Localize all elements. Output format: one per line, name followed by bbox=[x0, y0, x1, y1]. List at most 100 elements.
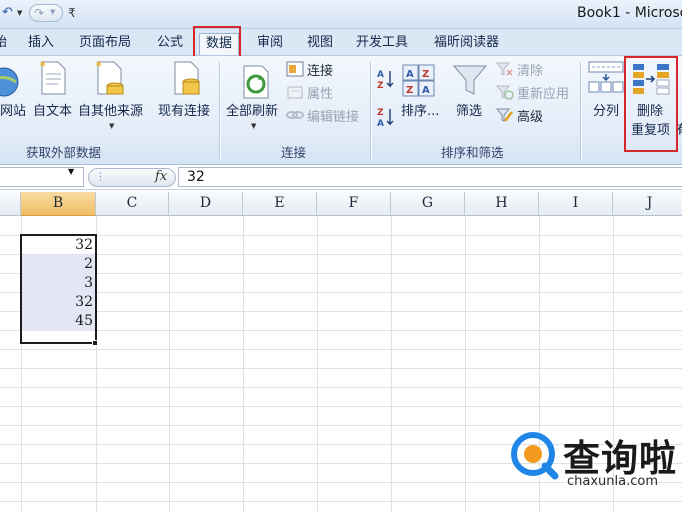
group-separator bbox=[219, 62, 220, 160]
properties-icon bbox=[287, 86, 303, 99]
column-header-j[interactable]: J bbox=[613, 192, 682, 216]
group-separator bbox=[580, 62, 581, 160]
ribbon-tab-row: 始 插入 页面布局 公式 数据 审阅 视图 开发工具 福昕阅读器 bbox=[0, 29, 682, 56]
title-bar: ↶ ▼ ↷ ▼ ₹ Book1 - Microso bbox=[0, 0, 682, 29]
gridline bbox=[0, 330, 682, 331]
existing-connections-button[interactable]: 现有连接 bbox=[158, 100, 210, 119]
group-label-get-external-data: 获取外部数据 bbox=[26, 145, 102, 160]
refresh-all-button[interactable]: 全部刷新 bbox=[226, 100, 278, 119]
tab-review[interactable]: 审阅 bbox=[257, 33, 283, 55]
tab-page-layout[interactable]: 页面布局 bbox=[79, 33, 131, 55]
clear-filter-icon bbox=[496, 62, 513, 76]
edit-links-button[interactable]: 编辑链接 bbox=[307, 106, 359, 125]
column-header-e[interactable]: E bbox=[243, 192, 317, 216]
formula-input[interactable]: 32 bbox=[178, 167, 682, 187]
tab-formulas[interactable]: 公式 bbox=[157, 33, 183, 55]
gridline bbox=[169, 216, 170, 513]
from-text-button[interactable]: 自文本 bbox=[33, 100, 72, 119]
gridline bbox=[317, 216, 318, 513]
column-header-c[interactable]: C bbox=[96, 192, 169, 216]
reapply-icon bbox=[496, 85, 514, 100]
from-other-sources-dropdown-icon: ▼ bbox=[109, 122, 115, 130]
column-header-b[interactable]: B bbox=[21, 192, 96, 216]
sort-icon: A Z Z A bbox=[402, 64, 435, 97]
remove-duplicates-label-line1[interactable]: 删除 bbox=[637, 100, 663, 119]
cell-b2[interactable]: 32 bbox=[21, 236, 96, 255]
remove-duplicates-label-line2[interactable]: 重复项 bbox=[631, 119, 670, 138]
svg-text:✶: ✶ bbox=[38, 58, 47, 71]
clear-button[interactable]: 清除 bbox=[517, 60, 543, 79]
gridline bbox=[243, 216, 244, 513]
column-header-f[interactable]: F bbox=[317, 192, 391, 216]
select-all-corner[interactable] bbox=[0, 192, 21, 216]
web-query-icon bbox=[0, 67, 19, 97]
customize-qat-icon[interactable]: ₹ bbox=[68, 6, 78, 20]
formula-bar: ▼ ⋮ fx 32 bbox=[0, 165, 682, 190]
redo-button[interactable]: ↷ ▼ bbox=[29, 4, 63, 22]
svg-text:Z: Z bbox=[422, 69, 429, 80]
cutoff-ribbon-label: 有 bbox=[676, 119, 682, 138]
cell-b4[interactable]: 3 bbox=[21, 274, 96, 293]
gridline bbox=[96, 216, 97, 513]
redo-icon: ↷ bbox=[34, 6, 45, 20]
sort-button[interactable]: 排序... bbox=[401, 100, 439, 119]
from-web-button[interactable]: 网站 bbox=[0, 100, 26, 119]
tab-foxit-reader[interactable]: 福昕阅读器 bbox=[434, 33, 499, 55]
gridline bbox=[465, 216, 466, 513]
insert-function-button[interactable]: ⋮ fx bbox=[88, 168, 176, 187]
filter-button[interactable]: 筛选 bbox=[456, 100, 482, 119]
svg-text:A: A bbox=[377, 70, 384, 80]
svg-text:A: A bbox=[406, 69, 414, 80]
refresh-all-dropdown-icon: ▼ bbox=[251, 122, 257, 130]
undo-dropdown-icon[interactable]: ▼ bbox=[17, 7, 25, 19]
sort-ascending-icon: A Z bbox=[377, 70, 394, 90]
column-header-h[interactable]: H bbox=[465, 192, 539, 216]
from-other-sources-button[interactable]: 自其他来源 bbox=[78, 100, 143, 119]
column-header-i[interactable]: I bbox=[539, 192, 613, 216]
tab-data[interactable]: 数据 bbox=[199, 33, 240, 55]
name-box-dropdown-icon[interactable]: ▼ bbox=[68, 167, 74, 176]
tab-view[interactable]: 视图 bbox=[307, 33, 333, 55]
cell-b3[interactable]: 2 bbox=[21, 255, 96, 274]
reapply-button[interactable]: 重新应用 bbox=[517, 83, 569, 102]
text-to-columns-icon bbox=[588, 61, 624, 93]
group-label-connections: 连接 bbox=[281, 145, 307, 160]
undo-icon[interactable]: ↶ bbox=[2, 6, 16, 20]
chaxunla-logo-icon bbox=[511, 432, 559, 480]
refresh-all-icon bbox=[243, 65, 269, 99]
cell-b6[interactable]: 45 bbox=[21, 312, 96, 331]
ribbon-data: 网站 ✶ 自文本 ✶ 自其他来源 ▼ 现有连接 获取外部数据 全部刷新 ▼ 连接 bbox=[0, 56, 682, 165]
connections-button[interactable]: 连接 bbox=[307, 60, 333, 79]
cell-b5[interactable]: 32 bbox=[21, 293, 96, 312]
gridline bbox=[0, 349, 682, 350]
gridline bbox=[0, 368, 682, 369]
column-header-d[interactable]: D bbox=[169, 192, 243, 216]
filter-icon bbox=[452, 65, 488, 95]
formula-bar-grip-icon: ⋮ bbox=[95, 170, 106, 183]
redo-dropdown-icon: ▼ bbox=[50, 8, 56, 16]
svg-text:A: A bbox=[377, 119, 384, 128]
group-separator bbox=[370, 62, 371, 160]
gridline bbox=[0, 501, 682, 502]
from-text-icon: ✶ bbox=[38, 58, 66, 95]
gridline bbox=[0, 235, 682, 236]
sort-descending-icon: Z A bbox=[377, 108, 394, 128]
watermark-url: chaxunla.com bbox=[567, 474, 658, 489]
column-header-g[interactable]: G bbox=[391, 192, 465, 216]
gridline bbox=[391, 216, 392, 513]
svg-text:Z: Z bbox=[377, 108, 384, 118]
fill-handle[interactable] bbox=[92, 340, 98, 346]
gridline bbox=[0, 425, 682, 426]
gridline bbox=[0, 311, 682, 312]
gridline bbox=[0, 387, 682, 388]
tab-developer[interactable]: 开发工具 bbox=[356, 33, 408, 55]
advanced-button[interactable]: 高级 bbox=[517, 106, 543, 125]
gridline bbox=[0, 292, 682, 293]
svg-text:Z: Z bbox=[406, 85, 413, 96]
properties-button[interactable]: 属性 bbox=[307, 83, 333, 102]
text-to-columns-button[interactable]: 分列 bbox=[593, 100, 619, 119]
tab-insert[interactable]: 插入 bbox=[28, 33, 54, 55]
svg-text:✶: ✶ bbox=[94, 58, 103, 71]
tab-home[interactable]: 始 bbox=[0, 33, 7, 55]
gridline bbox=[0, 254, 682, 255]
